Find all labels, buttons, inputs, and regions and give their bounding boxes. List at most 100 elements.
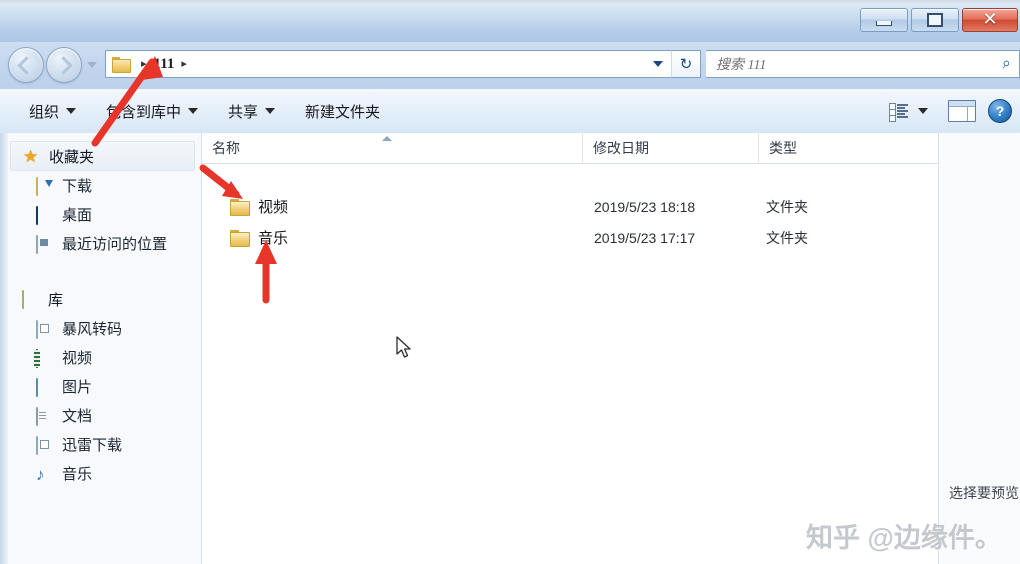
sidebar-item-label-music: 音乐 (62, 466, 93, 483)
sidebar-item-label-desktop: 桌面 (62, 207, 93, 224)
video-icon (36, 348, 54, 368)
column-header-row: 名称 修改日期 类型 (202, 133, 938, 164)
mouse-cursor (396, 336, 411, 358)
refresh-button[interactable]: ↻ (671, 50, 701, 78)
title-bar-edge (0, 0, 1020, 4)
table-row[interactable]: 音乐 2019/5/23 17:17 文件夹 (202, 222, 938, 253)
preview-pane-message: 选择要预览 (949, 485, 1019, 501)
file-list-pane: 名称 修改日期 类型 视频 2019/5/23 18:18 文件夹 音乐 201… (202, 133, 938, 564)
address-history-dropdown[interactable] (645, 50, 671, 78)
sidebar-item-thunder-download[interactable]: 迅雷下载 (0, 430, 201, 459)
breadcrumb-path-label[interactable]: 111 (154, 56, 175, 73)
toolbar-right-group: ? (888, 89, 1012, 133)
column-header-name[interactable]: 名称 (202, 133, 582, 163)
table-row[interactable]: 视频 2019/5/23 18:18 文件夹 (202, 191, 938, 222)
sidebar-item-documents[interactable]: 文档 (0, 401, 201, 430)
minimize-button[interactable] (860, 8, 908, 32)
chevron-down-icon (188, 108, 199, 114)
toolbar-label-organize: 组织 (29, 103, 60, 121)
documents-icon (36, 406, 54, 426)
sidebar-item-downloads[interactable]: 下载 (0, 171, 201, 200)
column-header-type[interactable]: 类型 (758, 133, 938, 163)
preview-pane-toggle-icon[interactable] (948, 100, 976, 122)
chevron-down-icon (265, 108, 276, 114)
file-type-cell: 文件夹 (766, 198, 808, 215)
library-icon (22, 290, 40, 309)
recent-places-icon (36, 234, 54, 254)
sidebar-group-libraries[interactable]: 库 (10, 284, 195, 314)
toolbar-item-organize[interactable]: 组织 (18, 95, 87, 128)
folder-icon (230, 229, 250, 247)
toolbar-item-include-in-library[interactable]: 包含到库中 (95, 95, 209, 128)
star-icon: ★ (23, 147, 39, 166)
refresh-icon: ↻ (679, 56, 693, 73)
back-button[interactable] (8, 47, 44, 83)
window-controls: ✕ (860, 8, 1018, 32)
sidebar-group-favorites[interactable]: ★ 收藏夹 (10, 141, 195, 171)
title-bar: ✕ (0, 0, 1020, 43)
command-toolbar: 组织 包含到库中 共享 新建文件夹 ? (0, 89, 1020, 134)
sidebar-item-baofeng-transcode[interactable]: 暴风转码 (0, 314, 201, 343)
search-input[interactable]: 搜索 111 (716, 54, 1002, 74)
sidebar-item-label-thunder-download: 迅雷下载 (62, 437, 123, 454)
folder-icon (112, 56, 131, 73)
minimize-icon (876, 20, 892, 26)
file-name-cell[interactable]: 视频 (230, 196, 288, 217)
navigation-pane-edge (0, 133, 8, 564)
sidebar-item-videos[interactable]: 视频 (0, 343, 201, 372)
chevron-down-icon (66, 108, 77, 114)
desktop-icon (36, 205, 54, 225)
file-name-label: 音乐 (258, 230, 289, 247)
sidebar-item-music[interactable]: ♪ 音乐 (0, 459, 201, 488)
file-type-cell: 文件夹 (766, 229, 808, 246)
toolbar-label-include-in-library: 包含到库中 (106, 103, 182, 121)
main-body: ★ 收藏夹 下载 桌面 最近访问的位置 库 暴风转码 视频 图片 文档 迅雷下载… (0, 133, 1020, 564)
maximize-icon (927, 13, 943, 27)
thunder-download-icon (36, 435, 54, 455)
search-icon: ⌕ (1000, 54, 1013, 73)
sidebar-item-label-baofeng-transcode: 暴风转码 (62, 321, 123, 338)
folder-icon (230, 198, 250, 216)
column-header-date-modified[interactable]: 修改日期 (582, 133, 758, 163)
breadcrumb[interactable]: ▸ 111 ▸ (105, 50, 645, 78)
column-header-label-type: 类型 (769, 140, 797, 156)
downloads-icon (36, 176, 54, 196)
column-header-label-date-modified: 修改日期 (593, 140, 649, 156)
sidebar-item-label-videos: 视频 (62, 350, 93, 367)
file-date-cell: 2019/5/23 17:17 (594, 229, 696, 246)
explorer-window: ✕ ▸ 111 ▸ ↻ 搜索 111 ⌕ 组织 包含到库中 共享 新建文件夹 ?… (0, 0, 1020, 564)
music-icon: ♪ (36, 464, 45, 484)
sidebar-item-recent-places[interactable]: 最近访问的位置 (0, 229, 201, 258)
close-icon: ✕ (982, 9, 998, 29)
view-options-icon[interactable] (888, 102, 910, 122)
breadcrumb-separator-1[interactable]: ▸ (141, 58, 147, 70)
sidebar-group-label-favorites: 收藏夹 (49, 148, 95, 166)
file-name-cell[interactable]: 音乐 (230, 227, 288, 248)
sidebar-item-label-pictures: 图片 (62, 379, 93, 396)
file-name-label: 视频 (258, 199, 289, 216)
forward-button[interactable] (46, 47, 82, 83)
help-label: ? (995, 103, 1005, 119)
toolbar-label-share: 共享 (228, 103, 259, 121)
help-icon[interactable]: ? (988, 99, 1012, 123)
navigation-pane: ★ 收藏夹 下载 桌面 最近访问的位置 库 暴风转码 视频 图片 文档 迅雷下载… (0, 133, 202, 564)
preview-pane: 选择要预览 (938, 133, 1020, 564)
sidebar-item-desktop[interactable]: 桌面 (0, 200, 201, 229)
file-list-top-gap (202, 164, 938, 191)
close-button[interactable]: ✕ (962, 8, 1018, 32)
breadcrumb-separator-2[interactable]: ▸ (181, 58, 187, 70)
search-box[interactable]: 搜索 111 ⌕ (706, 50, 1020, 78)
sidebar-item-label-downloads: 下载 (62, 178, 93, 195)
address-bar-row: ▸ 111 ▸ ↻ 搜索 111 ⌕ (0, 42, 1020, 89)
column-header-label-name: 名称 (212, 140, 240, 156)
view-options-chevron-down-icon[interactable] (918, 108, 928, 114)
sidebar-item-label-recent-places: 最近访问的位置 (62, 236, 168, 253)
maximize-button[interactable] (911, 8, 959, 32)
file-date-cell: 2019/5/23 18:18 (594, 198, 696, 215)
toolbar-item-new-folder[interactable]: 新建文件夹 (294, 95, 391, 128)
toolbar-item-share[interactable]: 共享 (217, 95, 286, 128)
sidebar-item-pictures[interactable]: 图片 (0, 372, 201, 401)
recent-pages-chevron-icon[interactable] (87, 62, 97, 68)
sidebar-item-label-documents: 文档 (62, 408, 93, 425)
